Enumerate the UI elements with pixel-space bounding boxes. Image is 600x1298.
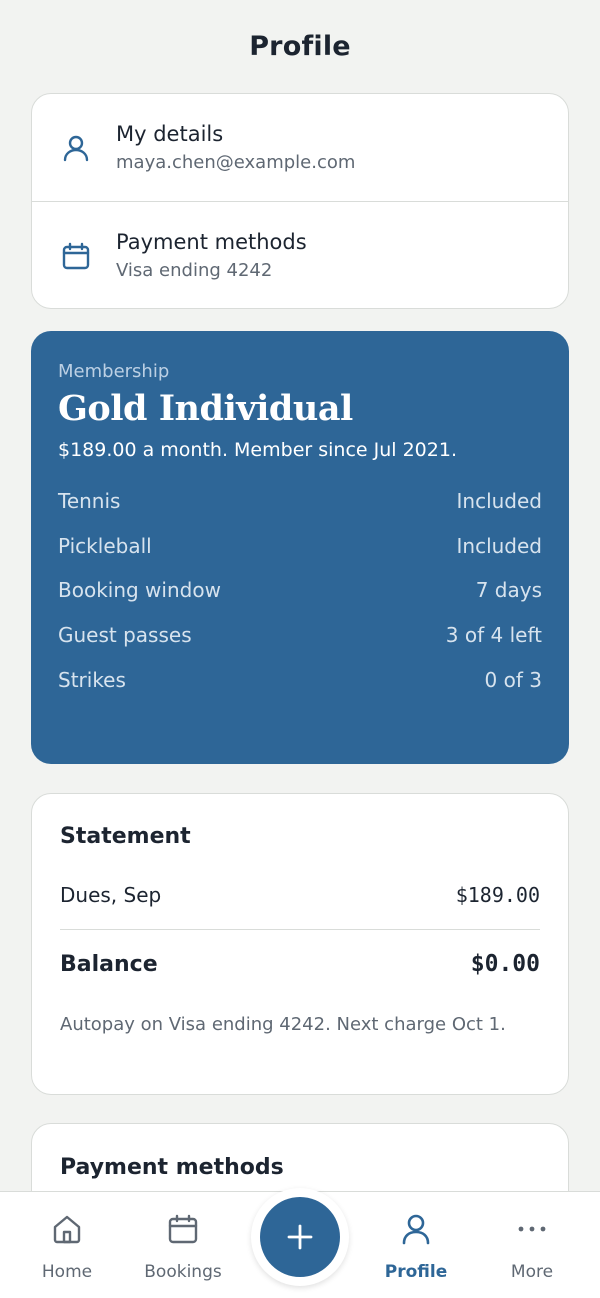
my-details-title: My details [116,122,224,146]
membership-row-tennis: Tennis Included [58,489,542,534]
tab-profile[interactable]: Profile [366,1212,466,1282]
tab-label: Bookings [144,1262,222,1282]
my-details-email: maya.chen@example.com [116,152,356,173]
tab-more[interactable]: More [482,1212,582,1282]
membership-card: Membership Gold Individual $189.00 a mon… [31,331,569,764]
calendar-icon [58,238,94,274]
payment-methods-section-title: Payment methods [60,1155,284,1180]
page-title: Profile [249,30,351,62]
balance-label: Balance [60,951,158,977]
membership-label: Membership [58,361,170,382]
statement-line-amount: $189.00 [455,883,540,907]
statement-title: Statement [60,824,191,849]
statement-balance: Balance $0.00 [60,942,540,986]
more-dots-icon [518,1226,546,1232]
person-icon [58,130,94,166]
membership-row-value: 0 of 3 [484,667,542,692]
membership-row-value: 3 of 4 left [445,623,542,648]
tab-label: More [510,1262,554,1282]
account-links-card: My details maya.chen@example.com Payment… [31,93,569,309]
membership-row-name: Guest passes [58,623,192,648]
balance-amount: $0.00 [470,951,540,977]
person-icon [402,1214,430,1245]
my-details-link[interactable]: My details maya.chen@example.com [32,94,568,201]
autopay-note: Autopay on Visa ending 4242. Next charge… [60,1014,506,1035]
tab-label: Profile [384,1262,448,1282]
statement-card: Statement Dues, Sep $189.00 Balance $0.0… [31,793,569,1095]
home-icon [53,1215,81,1244]
fab-container [251,1188,349,1286]
tab-bookings[interactable]: Bookings [133,1212,233,1282]
membership-row-strikes: Strikes 0 of 3 [58,668,542,713]
divider [60,929,540,930]
membership-row-name: Pickleball [58,533,152,558]
membership-row-value: Included [456,489,543,513]
membership-row-name: Tennis [58,489,121,513]
payment-methods-summary: Visa ending 4242 [116,260,273,281]
statement-line: Dues, Sep $189.00 [60,875,540,915]
plus-icon [287,1224,313,1250]
statement-line-label: Dues, Sep [60,883,162,907]
tab-label: Home [41,1262,93,1282]
membership-row-value: 7 days [475,578,542,603]
new-booking-button[interactable] [260,1197,340,1277]
membership-plan: Gold Individual [58,388,353,429]
membership-row-name: Booking window [58,578,221,603]
membership-row-name: Strikes [58,667,126,692]
membership-row-booking-window: Booking window 7 days [58,578,542,623]
membership-row-value: Included [456,533,543,558]
membership-row-pickleball: Pickleball Included [58,534,542,579]
calendar-icon [168,1214,198,1244]
membership-description: $189.00 a month. Member since Jul 2021. [58,439,457,461]
page-header: Profile [0,0,600,92]
membership-row-guest-passes: Guest passes 3 of 4 left [58,623,542,668]
tab-home[interactable]: Home [17,1212,117,1282]
payment-methods-link[interactable]: Payment methods Visa ending 4242 [32,201,568,308]
payment-methods-title: Payment methods [116,230,307,254]
